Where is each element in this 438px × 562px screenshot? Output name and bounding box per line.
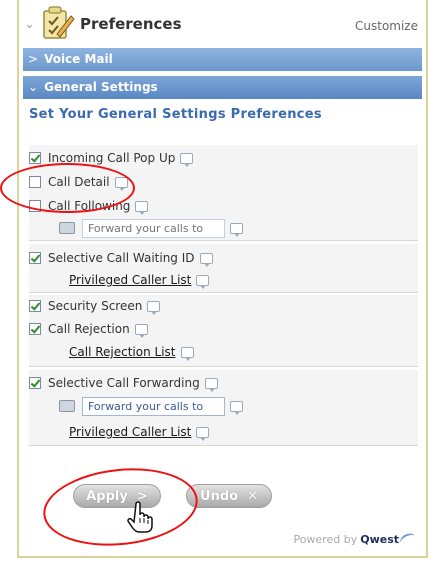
- preferences-panel: ⌄ Preferences Customize > Voice Mail ⌄ Gen…: [17, 0, 428, 558]
- call-forwarding-forward-row: [59, 396, 243, 416]
- call-following-forward-row: [59, 218, 243, 238]
- call-following-forward-input[interactable]: [82, 218, 225, 238]
- call-following-label: Call Following: [48, 199, 131, 213]
- section-voice-mail[interactable]: > Voice Mail: [23, 48, 422, 71]
- help-icon[interactable]: [230, 222, 243, 237]
- call-rejection-list-link[interactable]: Call Rejection List: [69, 345, 176, 359]
- privileged-caller-list-row-2: Privileged Caller List: [69, 423, 210, 441]
- powered-by: Powered by Qwest: [293, 530, 418, 549]
- undo-button-label: Undo: [200, 488, 239, 504]
- chevron-down-icon: ⌄: [28, 80, 39, 94]
- incoming-call-popup-checkbox[interactable]: [29, 152, 41, 164]
- privileged-caller-list-link[interactable]: Privileged Caller List: [69, 273, 191, 287]
- option-incoming-call-popup: Incoming Call Pop Up: [29, 149, 194, 167]
- security-screen-checkbox[interactable]: [29, 300, 41, 312]
- undo-button[interactable]: Undo ✕: [186, 484, 272, 508]
- call-rejection-label: Call Rejection: [48, 322, 130, 336]
- help-icon[interactable]: [230, 400, 243, 415]
- selective-call-waiting-label: Selective Call Waiting ID: [48, 251, 195, 265]
- help-icon[interactable]: [180, 152, 194, 167]
- general-settings-heading: Set Your General Settings Preferences: [29, 107, 322, 122]
- section-voice-mail-label: Voice Mail: [44, 52, 113, 66]
- powered-by-text: Powered by: [293, 533, 358, 546]
- preferences-icon: [43, 6, 75, 39]
- help-icon[interactable]: [180, 346, 194, 361]
- close-icon: ✕: [247, 488, 258, 504]
- collapse-chevron-icon[interactable]: ⌄: [24, 17, 35, 32]
- help-icon[interactable]: [147, 300, 161, 315]
- page-title: Preferences: [80, 15, 182, 33]
- help-icon[interactable]: [196, 274, 210, 289]
- call-detail-checkbox[interactable]: [29, 176, 41, 188]
- section-general-settings[interactable]: ⌄ General Settings: [23, 76, 422, 99]
- group-call-waiting: Selective Call Waiting ID Privileged Cal…: [29, 244, 418, 293]
- keypad-icon[interactable]: [59, 222, 75, 234]
- chevron-right-icon: >: [28, 52, 39, 66]
- option-security-screen: Security Screen: [29, 297, 161, 315]
- qwest-swoosh-icon: [398, 530, 418, 549]
- help-icon[interactable]: [114, 176, 128, 191]
- call-rejection-list-row: Call Rejection List: [69, 343, 194, 361]
- incoming-call-popup-label: Incoming Call Pop Up: [48, 151, 176, 165]
- help-icon[interactable]: [196, 426, 210, 441]
- group-basic: Incoming Call Pop Up Call Detail Call Fo…: [29, 145, 418, 241]
- keypad-icon[interactable]: [59, 400, 75, 412]
- option-call-following: Call Following: [29, 197, 149, 215]
- panel-header: ⌄ Preferences Customize: [19, 0, 426, 46]
- help-icon[interactable]: [199, 252, 213, 267]
- hand-pointer-icon: [127, 501, 153, 533]
- call-following-checkbox[interactable]: [29, 200, 41, 212]
- option-call-rejection: Call Rejection: [29, 320, 148, 338]
- selective-call-forwarding-label: Selective Call Forwarding: [48, 376, 200, 390]
- help-icon[interactable]: [134, 323, 148, 338]
- selective-call-forwarding-checkbox[interactable]: [29, 377, 41, 389]
- privileged-caller-list-link[interactable]: Privileged Caller List: [69, 425, 191, 439]
- privileged-caller-list-row-1: Privileged Caller List: [69, 271, 210, 289]
- help-icon[interactable]: [204, 377, 218, 392]
- section-general-settings-label: General Settings: [44, 80, 158, 94]
- selective-call-forwarding-input[interactable]: [82, 396, 225, 416]
- qwest-logo: Qwest: [360, 533, 399, 546]
- security-screen-label: Security Screen: [48, 299, 143, 313]
- call-detail-label: Call Detail: [48, 175, 110, 189]
- selective-call-waiting-checkbox[interactable]: [29, 252, 41, 264]
- apply-button-label: Apply: [86, 488, 128, 504]
- group-call-forwarding: Selective Call Forwarding Privileged Cal…: [29, 370, 418, 446]
- call-rejection-checkbox[interactable]: [29, 323, 41, 335]
- option-selective-call-waiting-id: Selective Call Waiting ID: [29, 249, 213, 267]
- group-screening: Security Screen Call Rejection Call Reje…: [29, 295, 418, 367]
- customize-link[interactable]: Customize: [355, 19, 418, 33]
- option-selective-call-forwarding: Selective Call Forwarding: [29, 374, 218, 392]
- option-call-detail: Call Detail: [29, 173, 128, 191]
- help-icon[interactable]: [135, 200, 149, 215]
